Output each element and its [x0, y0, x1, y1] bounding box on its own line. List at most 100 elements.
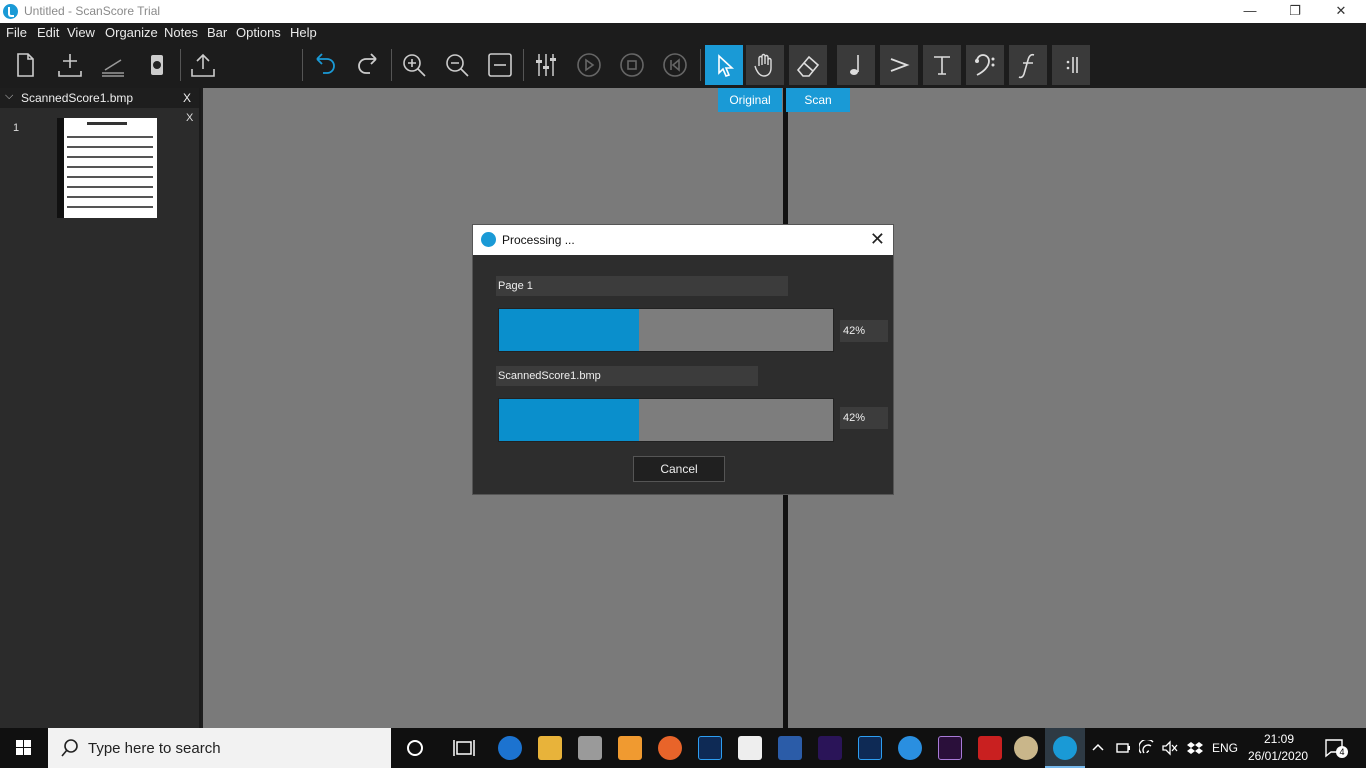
add-icon[interactable]	[51, 45, 89, 85]
help-icon[interactable]	[138, 45, 176, 85]
text-icon[interactable]	[923, 45, 961, 85]
remove-page-button[interactable]: X	[186, 112, 193, 124]
thumbnail-binding	[57, 118, 64, 218]
scanscore-logo-icon	[3, 4, 18, 19]
barline-icon[interactable]	[1052, 45, 1090, 85]
processing-dialog: Processing ... ✕ Page 1 42% ScannedScore…	[472, 224, 894, 495]
wifi-icon[interactable]	[1139, 740, 1155, 756]
close-window-button[interactable]: ✕	[1318, 0, 1364, 23]
chevron-down-icon[interactable]: ⌵	[5, 90, 13, 103]
restore-button[interactable]: ❐	[1272, 0, 1318, 23]
toolbar	[0, 43, 1366, 88]
menu-edit[interactable]: Edit	[37, 25, 59, 40]
file-panel-header[interactable]: ⌵ ScannedScore1.bmp X	[0, 88, 199, 108]
eraser-icon[interactable]	[789, 45, 827, 85]
photoshop-icon[interactable]	[698, 736, 722, 760]
cancel-button[interactable]: Cancel	[633, 456, 725, 482]
dynamics-icon[interactable]	[1009, 45, 1047, 85]
file-explorer-icon[interactable]	[538, 736, 562, 760]
tab-scan[interactable]: Scan	[786, 88, 850, 112]
page-number: 1	[13, 122, 20, 134]
volume-muted-icon[interactable]	[1161, 740, 1179, 756]
staff-line	[67, 196, 153, 198]
toolbar-separator	[523, 49, 524, 81]
minimize-button[interactable]: —	[1227, 0, 1273, 23]
filezilla-icon[interactable]	[978, 736, 1002, 760]
export-icon[interactable]	[184, 45, 222, 85]
inkscape-icon[interactable]	[738, 736, 762, 760]
clef-icon[interactable]	[966, 45, 1004, 85]
menu-view[interactable]: View	[67, 25, 95, 40]
menu-organize[interactable]: Organize	[105, 25, 158, 40]
page-label: Page 1	[496, 276, 788, 296]
mixer-icon[interactable]	[527, 45, 565, 85]
page-progress-fill	[499, 309, 640, 351]
note-icon[interactable]	[837, 45, 875, 85]
scanscore-taskbar-button[interactable]	[1045, 728, 1085, 768]
toolbar-separator	[180, 49, 181, 81]
menu-help[interactable]: Help	[290, 25, 317, 40]
hand-icon[interactable]	[746, 45, 784, 85]
file-name: ScannedScore1.bmp	[21, 91, 134, 105]
firefox-icon[interactable]	[658, 736, 682, 760]
undo-icon[interactable]	[306, 45, 344, 85]
printer-app-icon[interactable]	[578, 736, 602, 760]
tab-original[interactable]: Original	[718, 88, 782, 112]
dropbox-icon[interactable]	[1186, 740, 1204, 756]
rewind-icon[interactable]	[656, 45, 694, 85]
close-file-button[interactable]: X	[183, 91, 191, 105]
cortana-icon[interactable]	[405, 738, 425, 758]
staff-line	[67, 146, 153, 148]
amazon-music-icon[interactable]	[818, 736, 842, 760]
thumbnail-title-mark	[87, 122, 127, 125]
menu-bar-item[interactable]: Bar	[207, 25, 227, 40]
staff-line	[67, 206, 153, 208]
stop-icon[interactable]	[613, 45, 651, 85]
premiere-icon[interactable]	[938, 736, 962, 760]
word-icon[interactable]	[778, 736, 802, 760]
dialog-title-bar: Processing ... ✕	[473, 225, 893, 255]
task-view-icon[interactable]	[453, 738, 475, 758]
zoom-in-icon[interactable]	[395, 45, 433, 85]
taskbar-search-box[interactable]: Type here to search	[48, 728, 391, 768]
notification-count: 4	[1336, 746, 1348, 758]
menu-file[interactable]: File	[6, 25, 27, 40]
staff-line	[67, 176, 153, 178]
file-label: ScannedScore1.bmp	[496, 366, 758, 386]
clock-date[interactable]: 26/01/2020	[1248, 749, 1308, 763]
scanscore-icon	[1053, 736, 1077, 760]
menu-notes[interactable]: Notes	[164, 25, 198, 40]
file-progress-fill	[499, 399, 640, 441]
file-percent: 42%	[840, 407, 888, 429]
close-icon[interactable]: ✕	[870, 229, 885, 250]
window-title: Untitled - ScanScore Trial	[24, 4, 161, 18]
taskbar: Type here to search ENG 21:09 26/01/2020…	[0, 728, 1366, 768]
redo-icon[interactable]	[349, 45, 387, 85]
staff-line	[67, 156, 153, 158]
battery-icon[interactable]	[1115, 740, 1131, 756]
edge-icon[interactable]	[498, 736, 522, 760]
menu-options[interactable]: Options	[236, 25, 281, 40]
internet-explorer-icon[interactable]	[898, 736, 922, 760]
notifications-button[interactable]: 4	[1324, 738, 1348, 758]
windows-start-icon[interactable]	[0, 728, 48, 768]
select-icon[interactable]	[705, 45, 743, 85]
play-icon[interactable]	[570, 45, 608, 85]
zoom-out-icon[interactable]	[438, 45, 476, 85]
page-progress-bar	[498, 308, 834, 352]
scan-icon[interactable]	[94, 45, 132, 85]
staff-line	[67, 136, 153, 138]
search-icon	[61, 739, 78, 757]
chevron-up-icon[interactable]	[1091, 741, 1105, 753]
clock-time[interactable]: 21:09	[1264, 732, 1294, 746]
toolbar-separator	[302, 49, 303, 81]
language-indicator[interactable]: ENG	[1212, 741, 1238, 755]
fit-width-icon[interactable]	[481, 45, 519, 85]
page-thumbnail[interactable]	[57, 118, 157, 218]
media-player-icon[interactable]	[618, 736, 642, 760]
paint-icon[interactable]	[1014, 736, 1038, 760]
new-document-icon[interactable]	[6, 45, 44, 85]
accent-icon[interactable]	[880, 45, 918, 85]
file-panel: ⌵ ScannedScore1.bmp X 1 X	[0, 88, 201, 728]
photoshop-icon-2[interactable]	[858, 736, 882, 760]
